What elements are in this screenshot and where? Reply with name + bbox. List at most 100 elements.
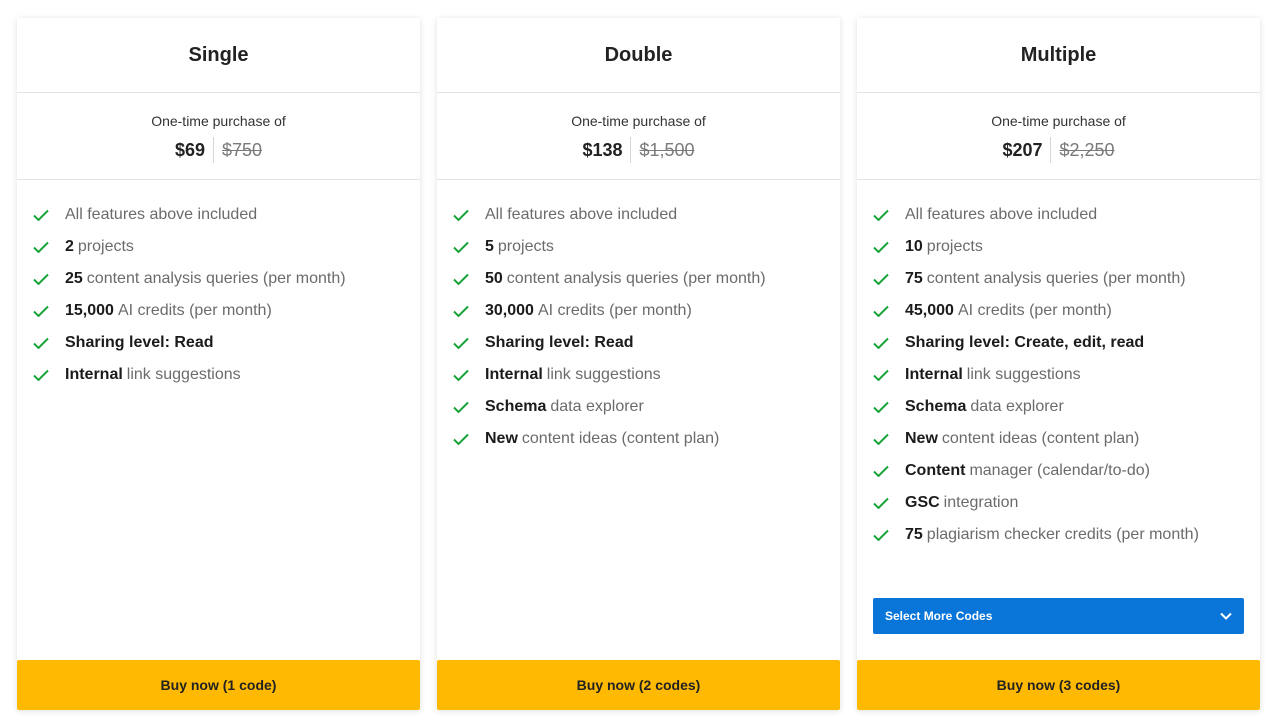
feature-highlight: Content	[905, 462, 966, 479]
feature-item: All features above included	[873, 199, 1260, 231]
buy-now-button-single[interactable]: Buy now (1 code)	[17, 660, 420, 710]
feature-highlight: 15,000	[65, 302, 114, 319]
check-icon	[453, 305, 469, 317]
check-icon	[453, 433, 469, 445]
check-icon	[453, 337, 469, 349]
check-icon	[453, 241, 469, 253]
plan-card-multiple: Multiple One-time purchase of $207 $2,25…	[857, 18, 1260, 710]
feature-highlight: 25	[65, 270, 83, 287]
price-caption: One-time purchase of	[991, 113, 1126, 129]
feature-highlight: Sharing level: Create, edit, read	[905, 334, 1145, 351]
feature-text: projects	[77, 238, 134, 255]
feature-text: projects	[497, 238, 554, 255]
current-price: $207	[1002, 139, 1043, 160]
feature-item: 2 projects	[33, 231, 420, 263]
feature-item: Sharing level: Create, edit, read	[873, 327, 1260, 359]
check-icon	[873, 209, 889, 221]
price-caption: One-time purchase of	[151, 113, 286, 129]
price-row: $138 $1,500	[437, 137, 840, 163]
feature-list: All features above included 5 projects 50…	[437, 180, 840, 455]
plan-title: Single	[17, 18, 420, 93]
feature-item: Schema data explorer	[873, 391, 1260, 423]
check-icon	[33, 337, 49, 349]
feature-text: projects	[926, 238, 983, 255]
feature-text: link suggestions	[546, 366, 661, 383]
feature-highlight: 75	[905, 270, 923, 287]
check-icon	[873, 337, 889, 349]
check-icon	[873, 241, 889, 253]
feature-text: data explorer	[970, 398, 1064, 415]
feature-list: All features above included 10 projects 7…	[857, 180, 1260, 551]
feature-highlight: 5	[485, 238, 494, 255]
feature-item: 15,000 AI credits (per month)	[33, 295, 420, 327]
plan-card-single: Single One-time purchase of $69 $750 All…	[17, 18, 420, 710]
price-row: $207 $2,250	[857, 137, 1260, 163]
plan-title: Double	[437, 18, 840, 93]
check-icon	[453, 369, 469, 381]
chevron-down-icon	[1220, 612, 1232, 620]
pricing-page: Single One-time purchase of $69 $750 All…	[0, 0, 1269, 721]
feature-highlight: Sharing level: Read	[65, 334, 214, 351]
feature-highlight: Internal	[905, 366, 963, 383]
price-caption: One-time purchase of	[571, 113, 706, 129]
feature-text: plagiarism checker credits (per month)	[926, 526, 1199, 543]
feature-text: content analysis queries (per month)	[506, 270, 766, 287]
feature-highlight: New	[485, 430, 518, 447]
check-icon	[873, 273, 889, 285]
feature-text: data explorer	[550, 398, 644, 415]
check-icon	[873, 401, 889, 413]
feature-text: All features above included	[905, 206, 1098, 223]
feature-highlight: Schema	[905, 398, 967, 415]
feature-item: 5 projects	[453, 231, 840, 263]
feature-item: Internal link suggestions	[453, 359, 840, 391]
check-icon	[873, 465, 889, 477]
price-block: One-time purchase of $138 $1,500	[437, 93, 840, 180]
feature-highlight: Internal	[485, 366, 543, 383]
check-icon	[33, 369, 49, 381]
feature-text: integration	[943, 494, 1019, 511]
feature-text: content analysis queries (per month)	[926, 270, 1186, 287]
buy-now-button-double[interactable]: Buy now (2 codes)	[437, 660, 840, 710]
feature-item: Internal link suggestions	[873, 359, 1260, 391]
feature-list: All features above included 2 projects 25…	[17, 180, 420, 391]
buy-now-button-multiple[interactable]: Buy now (3 codes)	[857, 660, 1260, 710]
current-price: $138	[582, 139, 623, 160]
check-icon	[873, 433, 889, 445]
feature-text: content ideas (content plan)	[941, 430, 1140, 447]
feature-text: All features above included	[65, 206, 258, 223]
plan-card-double: Double One-time purchase of $138 $1,500 …	[437, 18, 840, 710]
feature-item: New content ideas (content plan)	[453, 423, 840, 455]
feature-item: 75 plagiarism checker credits (per month)	[873, 519, 1260, 551]
feature-text: content ideas (content plan)	[521, 430, 720, 447]
price-block: One-time purchase of $69 $750	[17, 93, 420, 180]
feature-text: link suggestions	[126, 366, 241, 383]
feature-highlight: 50	[485, 270, 503, 287]
feature-highlight: 10	[905, 238, 923, 255]
feature-highlight: 45,000	[905, 302, 954, 319]
select-more-codes-dropdown[interactable]: Select More Codes	[873, 598, 1244, 634]
feature-item: 30,000 AI credits (per month)	[453, 295, 840, 327]
check-icon	[33, 209, 49, 221]
check-icon	[33, 305, 49, 317]
feature-text: AI credits (per month)	[117, 302, 272, 319]
feature-item: 10 projects	[873, 231, 1260, 263]
feature-text: All features above included	[485, 206, 678, 223]
feature-item: All features above included	[33, 199, 420, 231]
feature-highlight: Internal	[65, 366, 123, 383]
price-row: $69 $750	[17, 137, 420, 163]
feature-highlight: New	[905, 430, 938, 447]
feature-text: AI credits (per month)	[957, 302, 1112, 319]
current-price: $69	[174, 139, 205, 160]
price-block: One-time purchase of $207 $2,250	[857, 93, 1260, 180]
check-icon	[873, 497, 889, 509]
feature-item: Sharing level: Read	[453, 327, 840, 359]
check-icon	[33, 273, 49, 285]
feature-item: 50 content analysis queries (per month)	[453, 263, 840, 295]
feature-item: Schema data explorer	[453, 391, 840, 423]
original-price: $750	[222, 139, 263, 160]
feature-item: Sharing level: Read	[33, 327, 420, 359]
feature-item: New content ideas (content plan)	[873, 423, 1260, 455]
feature-text: manager (calendar/to-do)	[969, 462, 1150, 479]
check-icon	[873, 305, 889, 317]
feature-item: 75 content analysis queries (per month)	[873, 263, 1260, 295]
